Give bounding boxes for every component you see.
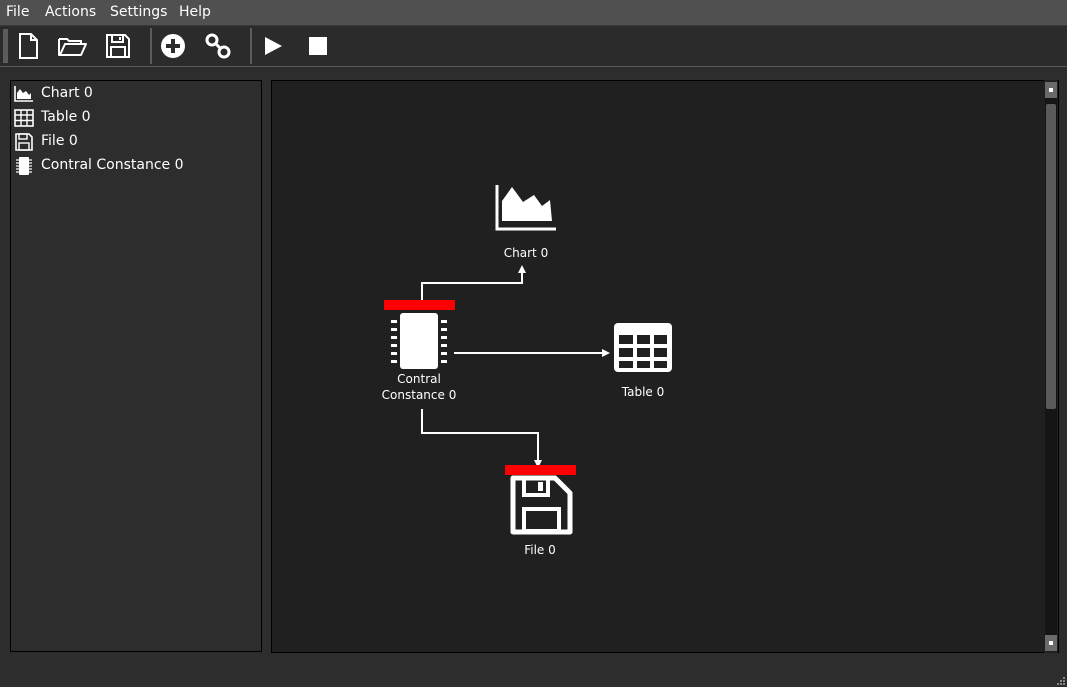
menu-help[interactable]: Help (179, 4, 211, 21)
contral-constance-node[interactable]: Contral Constance 0 (382, 300, 457, 402)
table-icon (614, 323, 672, 372)
play-icon (265, 37, 282, 55)
link-icon (205, 33, 231, 59)
constance-node-label-line2: Constance 0 (382, 388, 457, 402)
tree-item-file[interactable]: File 0 (14, 131, 254, 153)
chart-icon (14, 86, 33, 102)
menu-settings[interactable]: Settings (110, 4, 167, 21)
edge-constance-to-chart[interactable] (421, 265, 526, 300)
toolbar-separator (150, 28, 152, 64)
node-selection-bar (505, 465, 576, 475)
new-file-icon (19, 33, 38, 59)
toolbar-separator (250, 28, 252, 64)
play-button[interactable] (258, 31, 288, 61)
file-node[interactable]: File 0 (505, 465, 576, 557)
node-selection-bar (384, 300, 455, 310)
stop-button[interactable] (303, 31, 333, 61)
save-button[interactable] (103, 31, 133, 61)
tree-item-table[interactable]: Table 0 (14, 107, 254, 129)
tree-item-label: File 0 (41, 133, 78, 149)
menu-actions[interactable]: Actions (45, 4, 96, 21)
add-node-icon (161, 34, 185, 58)
edge-constance-to-file[interactable] (421, 409, 542, 468)
menubar: File Actions Settings Help (0, 0, 1067, 26)
constance-node-label-line1: Contral (397, 372, 441, 386)
graph-svg: Chart 0 Contral Constance 0 Table 0 File… (382, 185, 672, 557)
tree-item-chart[interactable]: Chart 0 (14, 83, 254, 105)
file-node-label: File 0 (524, 543, 556, 557)
open-folder-icon (58, 38, 87, 56)
toolbar (0, 26, 1067, 67)
table-icon (14, 109, 34, 127)
new-file-button[interactable] (13, 31, 43, 61)
chip-icon (16, 157, 32, 175)
save-icon (510, 475, 573, 535)
chip-icon (391, 313, 447, 369)
save-icon (15, 133, 33, 151)
toolbar-handle[interactable] (3, 29, 8, 63)
table-node[interactable]: Table 0 (614, 323, 672, 399)
add-node-button[interactable] (158, 31, 188, 61)
open-button[interactable] (57, 31, 87, 61)
stop-icon (309, 37, 327, 55)
node-tree-panel[interactable]: Chart 0 Table 0 File 0 Contral Constance… (10, 80, 262, 652)
link-button[interactable] (203, 31, 233, 61)
tree-item-label: Chart 0 (41, 85, 93, 101)
tree-item-label: Table 0 (41, 109, 91, 125)
menu-file[interactable]: File (6, 4, 29, 21)
scroll-thumb[interactable] (1046, 104, 1056, 409)
resize-grip-icon[interactable] (1056, 676, 1065, 685)
chart-node-label: Chart 0 (504, 246, 548, 260)
tree-item-contral-constance[interactable]: Contral Constance 0 (14, 155, 254, 177)
chart-node[interactable]: Chart 0 (495, 185, 556, 260)
chart-icon (495, 185, 556, 231)
scroll-up-button[interactable] (1045, 82, 1057, 98)
vertical-scrollbar[interactable] (1044, 80, 1058, 653)
scroll-down-button[interactable] (1045, 635, 1057, 651)
graph-canvas[interactable]: Chart 0 Contral Constance 0 Table 0 File… (271, 80, 1059, 653)
save-icon (106, 34, 130, 58)
tree-item-label: Contral Constance 0 (41, 157, 184, 173)
table-node-label: Table 0 (621, 385, 664, 399)
